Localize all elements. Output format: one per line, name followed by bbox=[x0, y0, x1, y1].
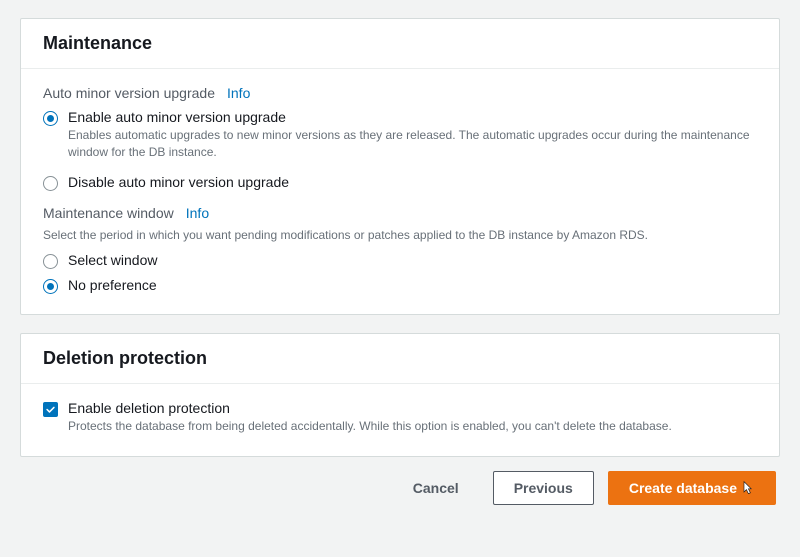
auto-upgrade-disable-option[interactable]: Disable auto minor version upgrade bbox=[43, 174, 757, 191]
cursor-icon bbox=[741, 480, 755, 496]
maintenance-body: Auto minor version upgrade Info Enable a… bbox=[21, 69, 779, 314]
create-database-label: Create database bbox=[629, 478, 737, 498]
maint-window-label: Maintenance window bbox=[43, 205, 174, 221]
radio-enable-auto-upgrade[interactable] bbox=[43, 111, 58, 126]
deletion-title: Deletion protection bbox=[43, 348, 757, 369]
radio-no-preference[interactable] bbox=[43, 279, 58, 294]
deletion-panel: Deletion protection Enable deletion prot… bbox=[20, 333, 780, 456]
radio-select-window[interactable] bbox=[43, 254, 58, 269]
auto-upgrade-disable-text: Disable auto minor version upgrade bbox=[68, 174, 757, 190]
radio-disable-auto-upgrade[interactable] bbox=[43, 176, 58, 191]
deletion-enable-text: Enable deletion protection Protects the … bbox=[68, 400, 757, 435]
auto-upgrade-enable-text: Enable auto minor version upgrade Enable… bbox=[68, 109, 757, 162]
maintenance-header: Maintenance bbox=[21, 19, 779, 69]
maintenance-title: Maintenance bbox=[43, 33, 757, 54]
maint-window-nopref-text: No preference bbox=[68, 277, 757, 293]
deletion-header: Deletion protection bbox=[21, 334, 779, 384]
auto-upgrade-enable-desc: Enables automatic upgrades to new minor … bbox=[68, 127, 757, 162]
auto-upgrade-enable-label: Enable auto minor version upgrade bbox=[68, 109, 757, 125]
auto-upgrade-enable-option[interactable]: Enable auto minor version upgrade Enable… bbox=[43, 109, 757, 162]
auto-upgrade-label: Auto minor version upgrade bbox=[43, 85, 215, 101]
cancel-button[interactable]: Cancel bbox=[393, 472, 479, 504]
deletion-enable-option[interactable]: Enable deletion protection Protects the … bbox=[43, 400, 757, 435]
checkbox-enable-deletion-protection[interactable] bbox=[43, 402, 58, 417]
maint-window-nopref-label: No preference bbox=[68, 277, 757, 293]
maint-window-field-row: Maintenance window Info bbox=[43, 205, 757, 221]
deletion-enable-desc: Protects the database from being deleted… bbox=[68, 418, 757, 435]
auto-upgrade-field-row: Auto minor version upgrade Info bbox=[43, 85, 757, 101]
previous-button[interactable]: Previous bbox=[493, 471, 594, 505]
footer-actions: Cancel Previous Create database bbox=[20, 457, 780, 511]
deletion-body: Enable deletion protection Protects the … bbox=[21, 384, 779, 455]
maint-window-select-text: Select window bbox=[68, 252, 757, 268]
check-icon bbox=[45, 404, 56, 415]
auto-upgrade-disable-label: Disable auto minor version upgrade bbox=[68, 174, 757, 190]
maint-window-desc: Select the period in which you want pend… bbox=[43, 227, 757, 244]
maint-window-info-link[interactable]: Info bbox=[186, 205, 209, 221]
maint-window-nopref-option[interactable]: No preference bbox=[43, 277, 757, 294]
deletion-enable-label: Enable deletion protection bbox=[68, 400, 757, 416]
maintenance-panel: Maintenance Auto minor version upgrade I… bbox=[20, 18, 780, 315]
maint-window-select-option[interactable]: Select window bbox=[43, 252, 757, 269]
auto-upgrade-info-link[interactable]: Info bbox=[227, 85, 250, 101]
maint-window-select-label: Select window bbox=[68, 252, 757, 268]
create-database-button[interactable]: Create database bbox=[608, 471, 776, 505]
